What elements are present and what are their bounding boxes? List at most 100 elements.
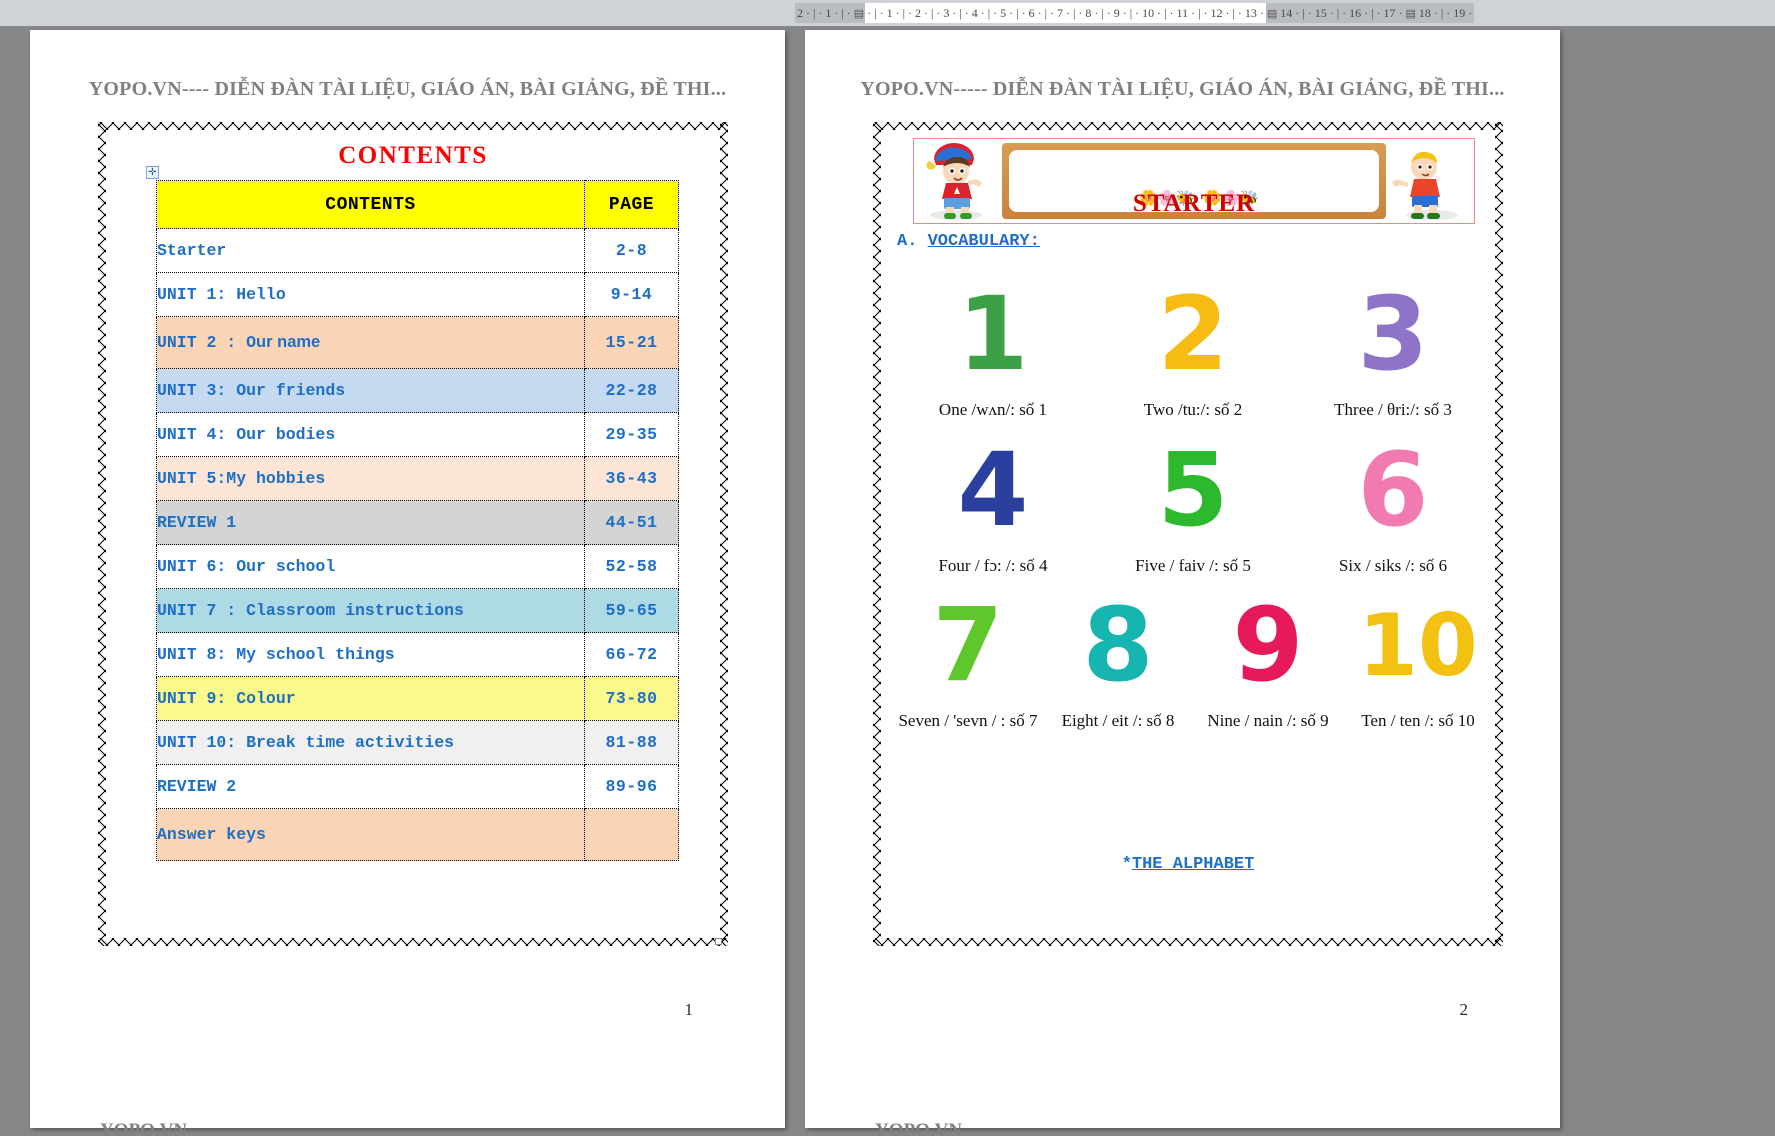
table-row[interactable]: Starter 2-8 <box>156 228 679 273</box>
number-card: 8 Eight / eit /: số 8 <box>1048 583 1188 731</box>
contents-heading: CONTENTS <box>338 142 488 169</box>
table-row[interactable]: UNIT 9: Colour 73-80 <box>156 676 679 721</box>
toc-entry-page: 81-88 <box>584 720 679 765</box>
boy-illustration-icon <box>1392 151 1458 220</box>
singing-number-eight-icon: 8 <box>1048 583 1188 709</box>
number-card: 6 Six / siks /: số 6 <box>1313 428 1473 576</box>
toc-entry-page: 36-43 <box>584 456 679 501</box>
number-glyph: 1 <box>957 275 1029 394</box>
number-caption: Four / fɔ: /: số 4 <box>938 555 1048 575</box>
toc-entry-page: 9-14 <box>584 272 679 317</box>
number-glyph: 9 <box>1232 586 1304 706</box>
alphabet-link[interactable]: *THE ALPHABET <box>873 855 1503 874</box>
toc-entry-title: REVIEW 2 <box>156 764 585 809</box>
number-caption: Five / faiv /: số 5 <box>1135 555 1251 575</box>
page-header-left: YOPO.VN---- DIỄN ĐÀN TÀI LIỆU, GIÁO ÁN, … <box>88 78 727 100</box>
mice-with-number-five-icon: 5 <box>1113 428 1273 554</box>
number-glyph: 3 <box>1357 275 1429 394</box>
toc-entry-title: UNIT 1: Hello <box>156 272 585 317</box>
alphabet-asterisk: * <box>1121 855 1132 874</box>
toc-entry-page: 66-72 <box>584 632 679 677</box>
ruler-main-ticks: · | · 1 · | · 2 · | · 3 · | · 4 · | · 5 … <box>865 3 1266 23</box>
number-row: 1 One /wʌn/: số 1 2 Two /tu:/: số 2 3 Three /… <box>893 272 1493 420</box>
table-row[interactable]: UNIT 1: Hello 9-14 <box>156 272 679 317</box>
number-caption: Two /tu:/: số 2 <box>1143 400 1243 419</box>
number-vocabulary-grid: 1 One /wʌn/: số 1 2 Two /tu:/: số 2 3 Three /… <box>893 272 1493 739</box>
number-card: 10 Ten / ten /: số 10 <box>1348 583 1488 731</box>
number-card: 4 Four / fɔ: /: số 4 <box>913 428 1073 576</box>
number-caption: Three / θri:/: số 3 <box>1334 400 1452 419</box>
toc-entry-page: 73-80 <box>584 676 679 721</box>
toc-entry-title: UNIT 7 : Classroom instructions <box>156 588 585 633</box>
number-caption: Seven / 'sevn / : số 7 <box>898 711 1038 731</box>
table-row[interactable]: UNIT 3: Our friends 22-28 <box>156 368 679 413</box>
table-row[interactable]: Answer keys <box>156 808 679 861</box>
number-glyph: 7 <box>932 586 1004 706</box>
toc-entry-page: 29-35 <box>584 412 679 457</box>
number-card: 9 Nine / nain /: số 9 <box>1198 583 1338 731</box>
document-page-2[interactable]: YOPO.VN----- DIỄN ĐÀN TÀI LIỆU, GIÁO ÁN,… <box>805 30 1560 1136</box>
table-row[interactable]: UNIT 5:My hobbies 36-43 <box>156 456 679 501</box>
column-header-page: PAGE <box>584 180 679 229</box>
table-row[interactable]: UNIT 10: Break time activities 81-88 <box>156 720 679 765</box>
toc-entry-title-alt: ur name <box>256 333 321 351</box>
vocabulary-heading-text: VOCABULARY: <box>927 232 1040 251</box>
number-caption: Eight / eit /: số 8 <box>1061 711 1175 731</box>
number-card: 1 One /wʌn/: số 1 <box>913 272 1073 420</box>
table-row[interactable]: UNIT 7 : Classroom instructions 59-65 <box>156 588 679 633</box>
table-row[interactable]: UNIT 2 : Our name 15-21 <box>156 316 679 369</box>
ruler-bar[interactable]: 2 · | · 1 · | · ▤ · | · 1 · | · 2 · | · … <box>0 0 1775 26</box>
toc-entry-page: 2-8 <box>584 228 679 273</box>
toc-entry-page: 52-58 <box>584 544 679 589</box>
ruler-indent-marker-right[interactable]: ▤ <box>1404 3 1417 23</box>
page-number-left: 1 <box>684 1000 694 1019</box>
number-card: 7 Seven / 'sevn / : số 7 <box>898 583 1038 731</box>
decorative-page-border-left: CONTENTS ✛ CONTENTS PAGE Starter 2-8 UNIT … <box>98 122 728 946</box>
ruler[interactable]: 2 · | · 1 · | · ▤ · | · 1 · | · 2 · | · … <box>795 3 1770 23</box>
toc-entry-page: 22-28 <box>584 368 679 413</box>
table-row[interactable]: UNIT 8: My school things 66-72 <box>156 632 679 677</box>
document-page-1[interactable]: YOPO.VN---- DIỄN ĐÀN TÀI LIỆU, GIÁO ÁN, … <box>30 30 785 1136</box>
page-number-right: 2 <box>1459 1000 1469 1019</box>
toc-entry-page: 89-96 <box>584 764 679 809</box>
number-glyph: 2 <box>1157 275 1229 394</box>
pig-with-number-two-icon: 2 <box>1113 272 1273 398</box>
number-glyph: 8 <box>1082 586 1154 706</box>
toc-entry-title: UNIT 10: Break time activities <box>156 720 585 765</box>
number-caption: Nine / nain /: số 9 <box>1207 711 1329 731</box>
banner-title-text: STARTER <box>1132 190 1256 212</box>
number-caption: Ten / ten /: số 10 <box>1361 711 1475 731</box>
number-ten-characters-icon: 10 <box>1348 583 1488 709</box>
page-footer-left: YOPO.VN <box>100 1120 188 1136</box>
number-row: 7 Seven / 'sevn / : số 7 8 Eight / eit /: s… <box>893 583 1493 731</box>
toc-entry-page: 59-65 <box>584 588 679 633</box>
table-row[interactable]: UNIT 6: Our school 52-58 <box>156 544 679 589</box>
number-glyph: 4 <box>957 430 1029 550</box>
table-resize-handle[interactable] <box>715 938 722 945</box>
table-row[interactable]: REVIEW 1 44-51 <box>156 500 679 545</box>
table-move-handle-icon[interactable]: ✛ <box>146 166 159 179</box>
number-card: 3 Three / θri:/: số 3 <box>1313 272 1473 420</box>
toc-entry-page: 44-51 <box>584 500 679 545</box>
table-of-contents[interactable]: CONTENTS PAGE Starter 2-8 UNIT 1: Hello 9-1… <box>156 180 679 861</box>
pig-with-number-three-icon: 3 <box>1313 272 1473 398</box>
wooden-board-illustration: 🌼🌸🐝 🌼🌸🐝 STARTER <box>1002 143 1386 219</box>
toc-entry-title: UNIT 3: Our friends <box>156 368 585 413</box>
toc-entry-page <box>584 808 679 861</box>
kids-with-number-four-icon: 4 <box>913 428 1073 554</box>
toc-entry-title: UNIT 8: My school things <box>156 632 585 677</box>
toc-entry-page: 15-21 <box>584 316 679 369</box>
girl-with-cap-icon <box>926 143 982 220</box>
table-row[interactable]: REVIEW 2 89-96 <box>156 764 679 809</box>
table-row[interactable]: UNIT 4: Our bodies 29-35 <box>156 412 679 457</box>
smiling-number-seven-icon: 7 <box>898 583 1038 709</box>
number-card: 2 Two /tu:/: số 2 <box>1113 272 1273 420</box>
ruler-indent-marker-mid[interactable]: ▤ <box>1265 3 1279 23</box>
number-glyph: 6 <box>1357 430 1429 550</box>
number-card: 5 Five / faiv /: số 5 <box>1113 428 1273 576</box>
ruler-right-ticks: 14 · | · 15 · | · 16 · | · 17 · <box>1278 3 1405 23</box>
alphabet-link-text[interactable]: THE ALPHABET <box>1132 855 1254 874</box>
ruler-indent-marker-left[interactable]: ▤ <box>852 3 866 23</box>
column-header-contents: CONTENTS <box>156 180 585 229</box>
pig-with-number-one-icon: 1 <box>913 272 1073 398</box>
